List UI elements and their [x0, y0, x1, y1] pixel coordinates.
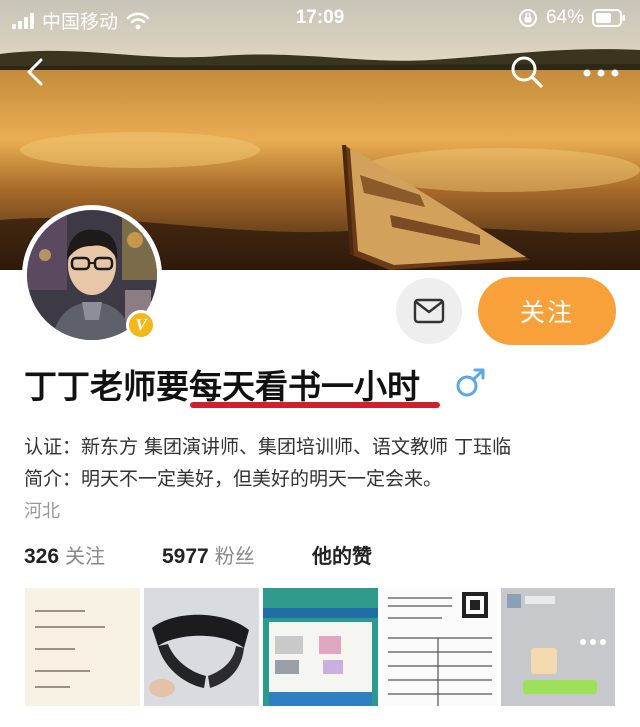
battery-percent: 64%: [545, 7, 584, 28]
following-count: 326: [24, 545, 60, 568]
photo-thumbnail-3[interactable]: [263, 588, 378, 706]
headband-photo: [144, 588, 259, 706]
search-icon: [511, 56, 543, 88]
followers-label: 粉丝: [214, 544, 255, 568]
more-icon: [583, 69, 619, 77]
verification-text: 认证：新东方 集团演讲师、集团培训师、语文教师 丁珏临: [24, 436, 512, 458]
lock-rotation-icon: [518, 9, 537, 27]
likes-stat[interactable]: 他的赞: [312, 540, 372, 569]
message-icon: [413, 298, 445, 324]
back-button[interactable]: [20, 55, 50, 89]
name-underline-annotation: [190, 402, 440, 408]
photo-thumbnail-4[interactable]: [382, 588, 497, 706]
stats-row: 326 关注 5977 粉丝 他的赞: [24, 540, 372, 569]
photo-thumbnail-5[interactable]: [501, 588, 615, 706]
follow-button[interactable]: 关注: [478, 277, 616, 345]
following-label: 关注: [65, 544, 106, 568]
profile-name: 丁丁老师要每天看书一小时: [24, 367, 420, 406]
followers-stat[interactable]: 5977 粉丝: [162, 540, 312, 569]
back-icon: [27, 58, 43, 86]
followers-count: 5977: [162, 545, 209, 568]
cover-boat: [342, 144, 530, 270]
message-button[interactable]: [396, 278, 462, 344]
region-text: 河北: [24, 501, 60, 522]
more-button[interactable]: [578, 60, 624, 86]
screen-photo: [263, 588, 378, 706]
following-stat[interactable]: 326 关注: [24, 540, 162, 569]
likes-label: 他的赞: [312, 544, 372, 568]
male-icon: [456, 368, 485, 397]
chat-screenshot-photo: [501, 588, 615, 706]
photo-thumbnail-1[interactable]: [25, 588, 140, 706]
battery-icon: [592, 9, 625, 27]
search-button[interactable]: [507, 53, 547, 91]
status-bar: 中国移动 17:09 64%: [0, 0, 640, 36]
verified-badge: V: [126, 310, 156, 340]
bio-text: 简介：明天不一定美好，但美好的明天一定会来。: [24, 468, 443, 490]
scorecard-photo: [382, 588, 497, 706]
photo-thumbnail-2[interactable]: [144, 588, 259, 706]
